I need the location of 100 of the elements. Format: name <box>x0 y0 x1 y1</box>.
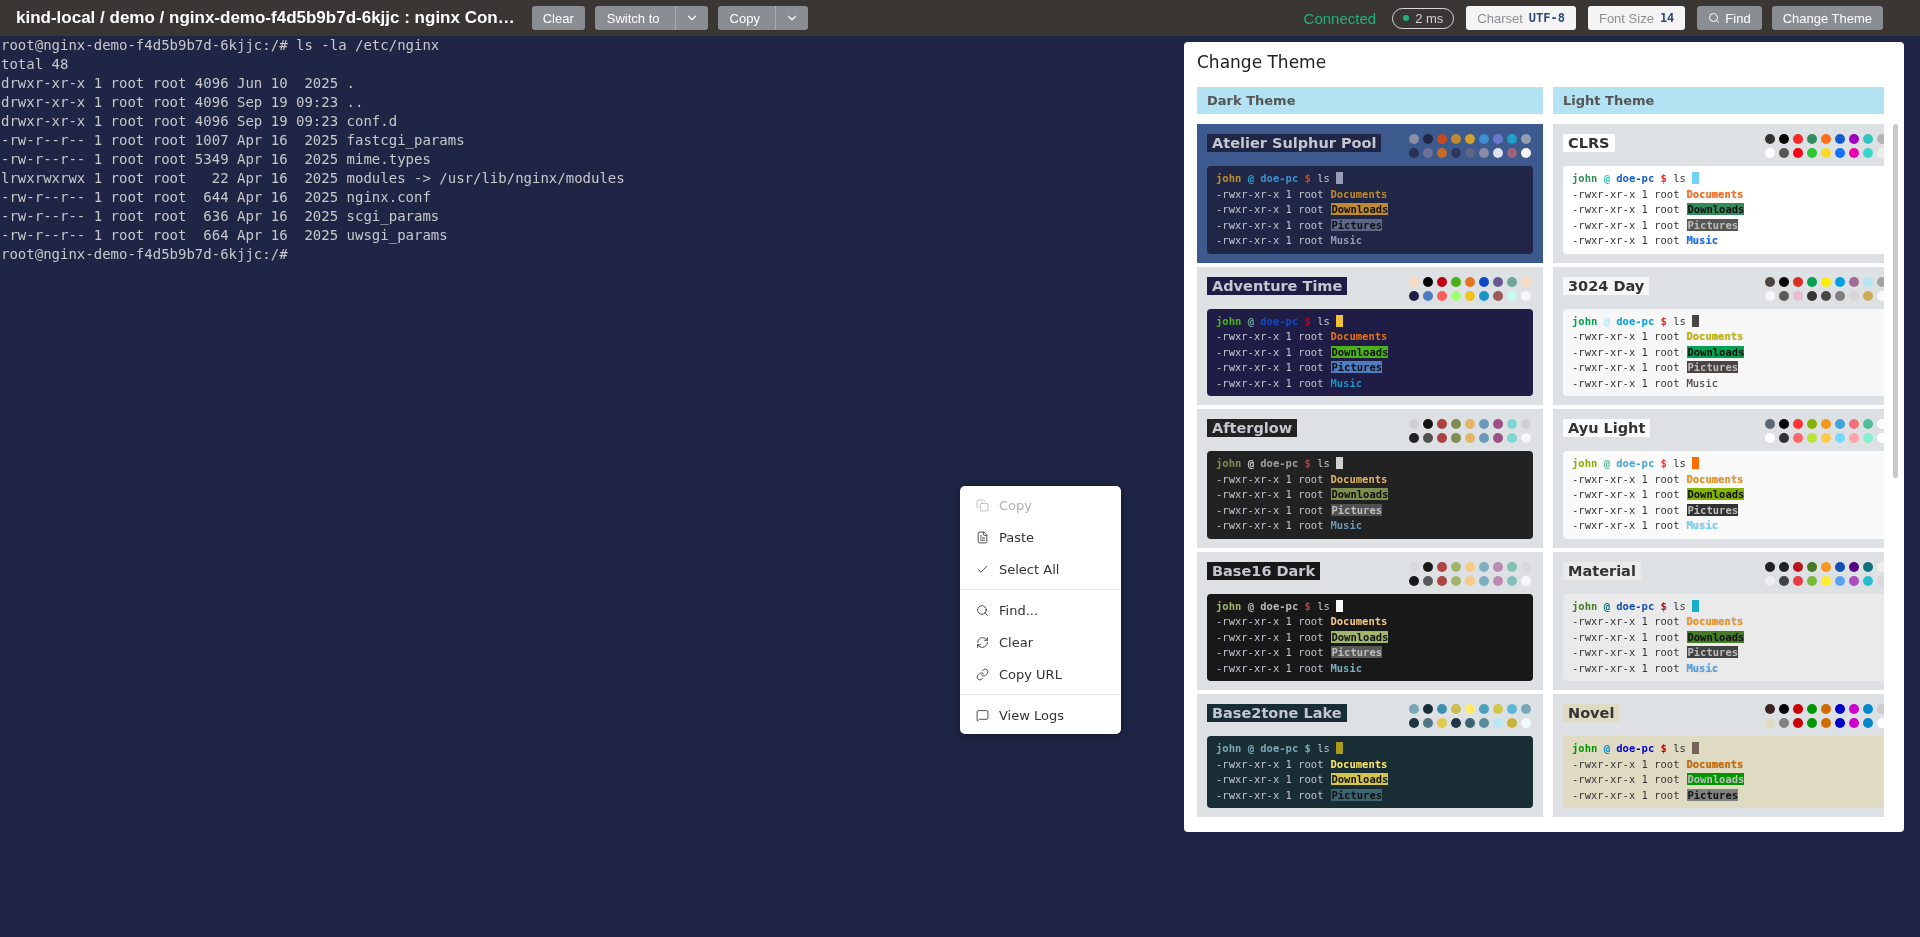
theme-name: Adventure Time <box>1207 276 1348 295</box>
prompt-text: doe-pc <box>1260 742 1299 754</box>
file-name: Downloads <box>1687 345 1745 358</box>
file-name: Documents <box>1686 615 1744 627</box>
prompt-text: $ <box>1304 742 1311 754</box>
terminal-line: root@nginx-demo-f4d5b9b7d-6kjjc:/# ls -la /etc/nginx <box>1 36 440 55</box>
permission-text: -rwxr-xr-x 1 root <box>1216 330 1324 342</box>
file-name: Music <box>1686 234 1719 246</box>
scrollbar[interactable] <box>1893 124 1898 478</box>
theme-card[interactable]: Adventure Time john @ doe-pc $ ls -rwxr-xr-x 1 root Documents -rwxr-xr-x 1 root Downloads -rwxr-xr-x 1 root Pictures -rwxr-xr-x 1 root Music <box>1197 266 1543 405</box>
prompt-text: doe-pc <box>1616 742 1655 754</box>
theme-name: Novel <box>1563 704 1620 722</box>
theme-name: Base2tone Lake <box>1207 704 1347 722</box>
prompt-text: @ <box>1247 314 1254 327</box>
menu-item[interactable]: Clear <box>960 626 1121 658</box>
prompt-text: @ <box>1603 599 1610 612</box>
permission-text: -rwxr-xr-x 1 root <box>1572 376 1680 389</box>
prompt-text: doe-pc <box>1260 172 1299 184</box>
file-name: Music <box>1686 376 1719 389</box>
setting-button[interactable]: Font Size 14 <box>1587 6 1686 30</box>
file-name: Music <box>1686 519 1719 531</box>
setting-button[interactable]: Charset UTF-8 <box>1466 6 1576 30</box>
prompt-text: @ <box>1247 172 1254 184</box>
prompt-text: $ <box>1660 599 1667 612</box>
file-name: Downloads <box>1687 630 1745 643</box>
prompt-text: john <box>1216 172 1242 184</box>
permission-text: -rwxr-xr-x 1 root <box>1572 503 1680 516</box>
terminal-line: drwxr-xr-x 1 root root 4096 Sep 19 09:23 conf.d <box>1 112 398 131</box>
column-header: Dark Theme <box>1197 87 1543 114</box>
command-text: ls <box>1673 457 1686 469</box>
permission-text: -rwxr-xr-x 1 root <box>1572 345 1680 358</box>
theme-card[interactable]: 3024 Day john @ doe-pc $ ls -rwxr-xr-x 1 root Documents -rwxr-xr-x 1 root Downloads -rwxr-xr-x 1 root Pictures -rwxr-xr-x 1 root Music <box>1553 266 1884 405</box>
menu-item[interactable]: Paste <box>960 521 1121 553</box>
prompt-text: doe-pc <box>1260 457 1299 469</box>
permission-text: -rwxr-xr-x 1 root <box>1216 757 1324 770</box>
prompt-text: $ <box>1304 457 1311 469</box>
permission-text: -rwxr-xr-x 1 root <box>1216 187 1324 200</box>
terminal-line: -rw-r--r-- 1 root root 664 Apr 16 2025 uwsgi_params <box>1 226 448 245</box>
prompt-text: john <box>1216 742 1242 754</box>
permission-text: -rwxr-xr-x 1 root <box>1572 187 1680 200</box>
file-name: Pictures <box>1687 788 1739 801</box>
permission-text: -rwxr-xr-x 1 root <box>1216 218 1324 231</box>
theme-card[interactable]: Novel john @ doe-pc $ ls -rwxr-xr-x 1 root Documents -rwxr-xr-x 1 root Downloads -rwxr-xr-x 1 root Pictures <box>1553 694 1884 817</box>
theme-card[interactable]: CLRS john @ doe-pc $ ls -rwxr-xr-x 1 root Documents -rwxr-xr-x 1 root Downloads -rwxr-xr-x 1 root Pictures -rwxr-xr-x 1 root Music <box>1553 124 1884 263</box>
terminal-line: -rw-r--r-- 1 root root 644 Apr 16 2025 nginx.conf <box>1 188 431 207</box>
file-name: Pictures <box>1687 503 1739 516</box>
file-name: Downloads <box>1331 773 1389 785</box>
theme-card[interactable]: Atelier Sulphur Pool john @ doe-pc $ ls -rwxr-xr-x 1 root Documents -rwxr-xr-x 1 root Downloads -rwxr-xr-x 1 root Pictures -rwxr-xr-x 1 root Music <box>1197 124 1543 263</box>
permission-text: -rwxr-xr-x 1 root <box>1216 630 1324 643</box>
file-name: Downloads <box>1331 203 1389 215</box>
file-name: Pictures <box>1331 503 1383 516</box>
prompt-text: @ <box>1247 742 1254 754</box>
terminal-line: -rw-r--r-- 1 root root 636 Apr 16 2025 scgi_params <box>1 207 440 226</box>
panel-title: Change Theme <box>1197 52 1328 72</box>
prompt-text: doe-pc <box>1616 457 1655 469</box>
theme-name: Material <box>1563 561 1641 580</box>
prompt-text: john <box>1572 599 1598 612</box>
message-icon <box>976 708 989 722</box>
theme-card[interactable]: Base16 Dark john @ doe-pc $ ls -rwxr-xr-x 1 root Documents -rwxr-xr-x 1 root Downloads -rwxr-xr-x 1 root Pictures -rwxr-xr-x 1 root Music <box>1197 551 1543 690</box>
connection-status: Connected <box>1303 9 1377 27</box>
command-text: ls <box>1673 172 1686 184</box>
prompt-text: @ <box>1603 742 1610 754</box>
prompt-text: doe-pc <box>1260 599 1299 612</box>
prompt-text: john <box>1216 457 1242 469</box>
terminal-line: total 48 <box>1 55 69 74</box>
prompt-text: john <box>1216 314 1242 327</box>
menu-item[interactable]: View Logs <box>960 699 1121 731</box>
permission-text: -rwxr-xr-x 1 root <box>1572 646 1680 658</box>
menu-item[interactable]: Copy URL <box>960 658 1121 690</box>
file-name: Pictures <box>1331 646 1383 658</box>
file-name: Documents <box>1686 757 1744 770</box>
refresh-icon <box>976 635 989 649</box>
permission-text: -rwxr-xr-x 1 root <box>1216 234 1324 246</box>
theme-card[interactable]: Afterglow john @ doe-pc $ ls -rwxr-xr-x 1 root Documents -rwxr-xr-x 1 root Downloads -rwxr-xr-x 1 root Pictures -rwxr-xr-x 1 root Music <box>1197 409 1543 548</box>
theme-card[interactable]: Ayu Light john @ doe-pc $ ls -rwxr-xr-x 1 root Documents -rwxr-xr-x 1 root Downloads -rwxr-xr-x 1 root Pictures -rwxr-xr-x 1 root Music <box>1553 409 1884 548</box>
file-name: Music <box>1686 661 1719 674</box>
permission-text: -rwxr-xr-x 1 root <box>1572 661 1680 674</box>
file-name: Pictures <box>1687 218 1739 231</box>
permission-text: -rwxr-xr-x 1 root <box>1216 519 1324 531</box>
file-name: Music <box>1330 519 1363 531</box>
file-name: Downloads <box>1331 488 1389 500</box>
prompt-text: @ <box>1603 314 1610 327</box>
permission-text: -rwxr-xr-x 1 root <box>1572 330 1680 342</box>
command-text: ls <box>1673 742 1686 754</box>
prompt-text: john <box>1572 457 1598 469</box>
permission-text: -rwxr-xr-x 1 root <box>1572 773 1680 785</box>
theme-card[interactable]: Base2tone Lake john @ doe-pc $ ls -rwxr-xr-x 1 root Documents -rwxr-xr-x 1 root Downloads -rwxr-xr-x 1 root Pictures <box>1197 694 1543 817</box>
menu-item[interactable]: Find... <box>960 594 1121 626</box>
terminal-line: root@nginx-demo-f4d5b9b7d-6kjjc:/# <box>1 245 288 264</box>
theme-name: Base16 Dark <box>1207 561 1321 580</box>
theme-name: CLRS <box>1563 134 1615 152</box>
file-name: Downloads <box>1331 630 1389 643</box>
prompt-text: $ <box>1660 314 1667 327</box>
terminal-line: drwxr-xr-x 1 root root 4096 Sep 19 09:23 .. <box>1 93 364 112</box>
permission-text: -rwxr-xr-x 1 root <box>1216 773 1324 785</box>
theme-card[interactable]: Material john @ doe-pc $ ls -rwxr-xr-x 1 root Documents -rwxr-xr-x 1 root Downloads -rwxr-xr-x 1 root Pictures -rwxr-xr-x 1 root Music <box>1553 551 1884 690</box>
prompt-text: $ <box>1304 172 1311 184</box>
menu-item[interactable]: Select All <box>960 553 1121 585</box>
theme-name: Ayu Light <box>1563 419 1651 437</box>
file-name: Documents <box>1686 187 1744 200</box>
